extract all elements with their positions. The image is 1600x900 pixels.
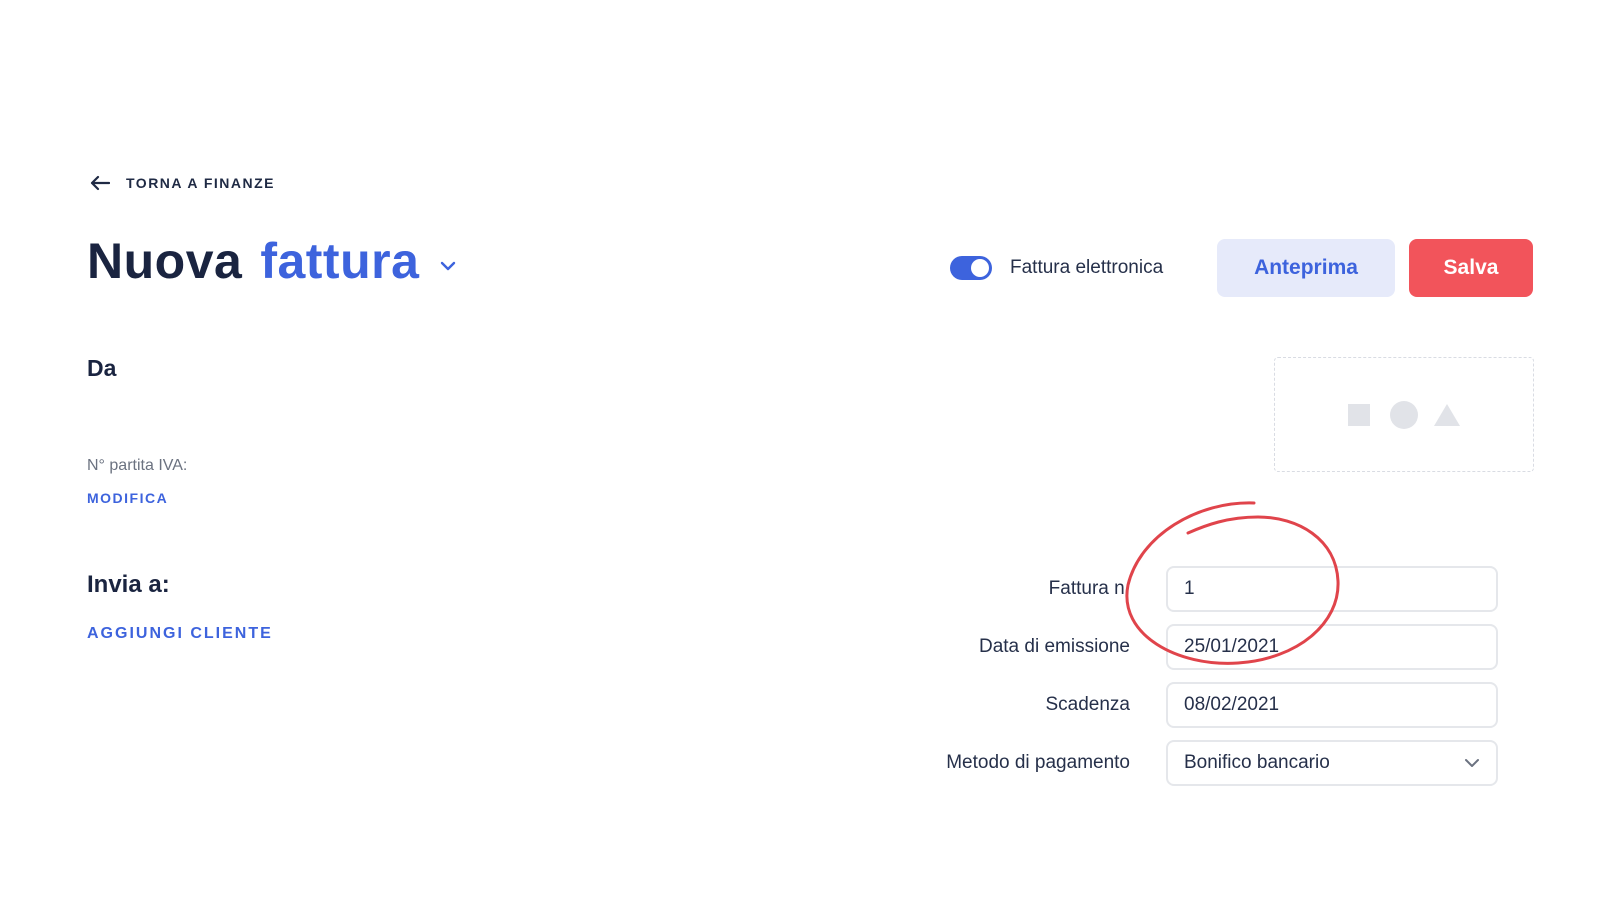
recipient-heading: Invia a: <box>87 571 170 598</box>
issue-date-row: Data di emissione <box>900 624 1533 670</box>
issue-date-label: Data di emissione <box>978 636 1130 657</box>
payment-method-label: Metodo di pagamento <box>946 752 1130 773</box>
payment-method-row: Metodo di pagamento Bonifico bancario <box>900 740 1533 786</box>
square-icon <box>1348 403 1370 426</box>
logo-upload-area[interactable] <box>1274 357 1534 472</box>
toggle-knob <box>971 259 989 277</box>
invoice-number-row: Fattura n. <box>900 566 1533 612</box>
back-link-label: TORNA A FINANZE <box>126 175 276 191</box>
logo-placeholder-shapes <box>1348 400 1460 429</box>
page-title-accent: fattura <box>260 233 420 289</box>
chevron-down-icon[interactable] <box>439 260 457 272</box>
edit-sender-link[interactable]: MODIFICA <box>87 490 168 506</box>
page-title: Nuova fattura <box>87 232 457 290</box>
sender-heading: Da <box>87 355 117 381</box>
page-title-main: Nuova <box>87 233 243 289</box>
preview-button[interactable]: Anteprima <box>1217 239 1395 297</box>
add-client-link[interactable]: AGGIUNGI CLIENTE <box>87 625 273 643</box>
e-invoice-toggle-group: Fattura elettronica <box>950 256 1163 280</box>
e-invoice-toggle[interactable] <box>950 256 992 280</box>
due-date-input[interactable] <box>1166 682 1498 728</box>
due-date-row: Scadenza <box>900 682 1533 728</box>
payment-method-value: Bonifico bancario <box>1184 752 1330 773</box>
payment-method-select[interactable]: Bonifico bancario <box>1166 740 1498 786</box>
e-invoice-label: Fattura elettronica <box>1010 257 1164 278</box>
save-button[interactable]: Salva <box>1409 239 1533 297</box>
circle-icon <box>1390 400 1418 429</box>
issue-date-input[interactable] <box>1166 624 1498 670</box>
vat-number-label: N° partita IVA: <box>87 457 188 474</box>
chevron-down-icon <box>1465 759 1479 767</box>
back-to-finance-link[interactable]: TORNA A FINANZE <box>90 175 275 191</box>
arrow-left-icon <box>90 175 110 191</box>
invoice-number-label: Fattura n. <box>1048 578 1130 599</box>
invoice-number-input[interactable] <box>1166 566 1498 612</box>
triangle-icon <box>1434 403 1460 426</box>
due-date-label: Scadenza <box>1045 694 1130 715</box>
